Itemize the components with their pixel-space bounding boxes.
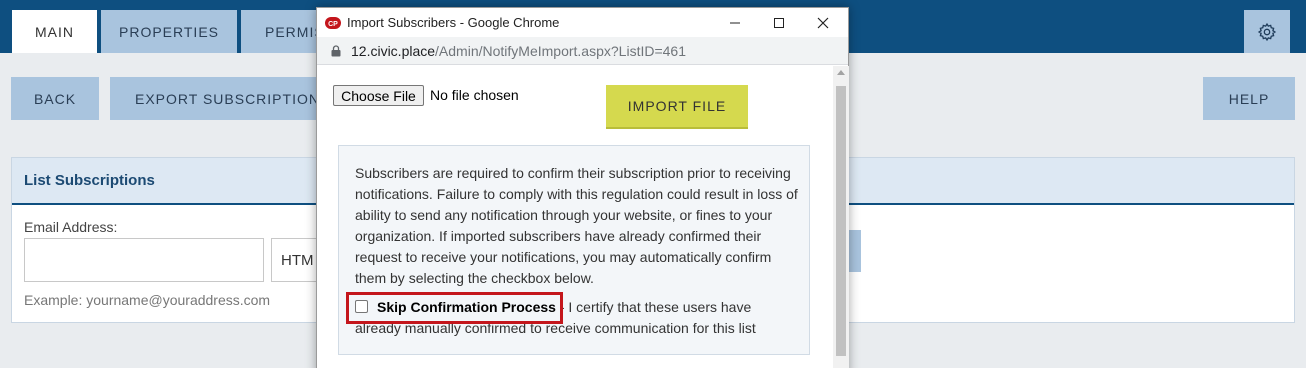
help-button[interactable]: HELP	[1203, 77, 1295, 120]
highlight-box	[346, 292, 563, 324]
close-button[interactable]	[801, 8, 845, 37]
settings-button[interactable]	[1244, 10, 1290, 53]
file-status: No file chosen	[430, 87, 519, 103]
app-logo-icon: CP	[325, 16, 341, 29]
scroll-thumb[interactable]	[836, 86, 846, 356]
email-example: Example: yourname@youraddress.com	[24, 292, 271, 308]
minimize-icon	[730, 22, 740, 23]
address-bar[interactable]: 12.civic.place/Admin/NotifyMeImport.aspx…	[317, 37, 848, 65]
close-icon	[817, 17, 829, 28]
back-button[interactable]: BACK	[11, 77, 99, 120]
url-host: 12.civic.place	[351, 42, 436, 59]
maximize-icon	[774, 17, 784, 28]
maximize-button[interactable]	[757, 8, 801, 37]
import-subscribers-window: CP Import Subscribers - Google Chrome 12…	[316, 7, 849, 368]
tab-permissions[interactable]: PERMIS	[241, 10, 321, 53]
import-file-button[interactable]: IMPORT FILE	[606, 85, 748, 129]
add-button-edge[interactable]	[849, 230, 861, 272]
scroll-up-icon[interactable]	[837, 70, 845, 75]
window-title: Import Subscribers - Google Chrome	[347, 15, 560, 30]
url-path: /Admin/NotifyMeImport.aspx?ListID=461	[435, 42, 686, 59]
info-text: Subscribers are required to confirm thei…	[355, 165, 798, 286]
export-subscriptions-button[interactable]: EXPORT SUBSCRIPTIONS	[110, 77, 316, 120]
window-titlebar: CP Import Subscribers - Google Chrome	[317, 8, 848, 37]
tab-properties[interactable]: PROPERTIES	[101, 10, 237, 53]
lock-icon	[331, 44, 341, 56]
confirmation-info-box: Subscribers are required to confirm thei…	[338, 145, 810, 355]
svg-text:CP: CP	[328, 21, 338, 28]
choose-file-button[interactable]: Choose File	[333, 85, 424, 106]
email-label: Email Address:	[24, 219, 118, 235]
tab-main[interactable]: MAIN	[12, 10, 97, 53]
gear-icon	[1257, 22, 1277, 41]
popup-scrollbar[interactable]	[833, 66, 849, 368]
popup-content: Choose File No file chosen IMPORT FILE S…	[317, 66, 833, 368]
minimize-button[interactable]	[713, 8, 757, 37]
email-input[interactable]	[24, 238, 264, 282]
